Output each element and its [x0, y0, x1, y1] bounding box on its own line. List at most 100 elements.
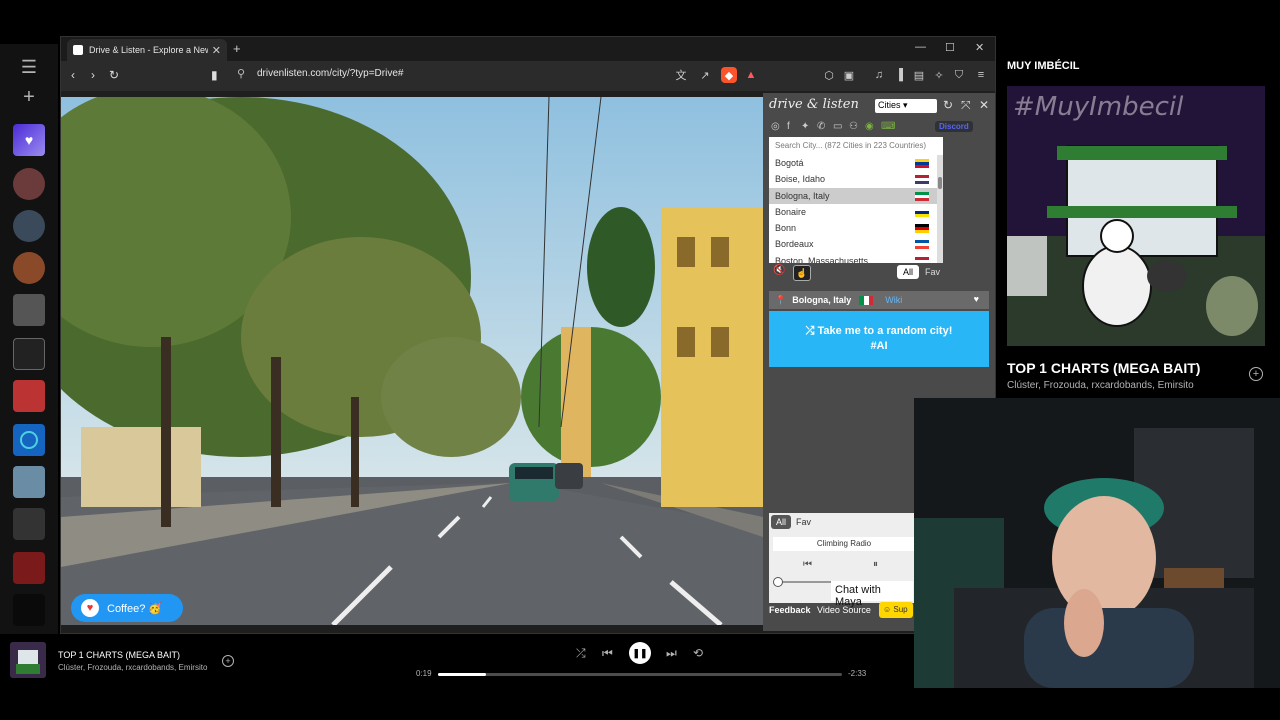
playlist-cover[interactable] [13, 594, 45, 626]
previous-track-icon[interactable]: ⏮ [602, 646, 613, 661]
pause-button[interactable]: ❚❚ [629, 642, 651, 664]
extension-icon[interactable]: ▣ [841, 67, 857, 83]
library-icon[interactable]: ☰ [14, 52, 44, 82]
playlist-cover[interactable] [13, 294, 45, 326]
video-source-link[interactable]: Video Source [817, 605, 871, 615]
chat-with-maya-button[interactable]: Chat with Maya [831, 581, 913, 608]
brave-rewards-icon[interactable]: ▲ [743, 67, 759, 83]
country-flag-icon [915, 224, 929, 234]
user-icon[interactable]: ⚇ [849, 121, 858, 132]
support-button[interactable]: ☺ Sup [879, 602, 913, 618]
vpn-icon[interactable]: ⛉ [951, 67, 967, 83]
favorite-heart-icon[interactable]: ♥ [974, 294, 979, 304]
player-track-title[interactable]: TOP 1 CHARTS (MEGA BAIT) [58, 650, 180, 660]
repeat-icon[interactable]: ⟲ [693, 646, 703, 660]
country-flag-icon [915, 256, 929, 263]
reload-icon[interactable]: ↻ [109, 68, 119, 82]
menu-icon[interactable]: ≡ [973, 67, 989, 83]
smile-icon: ☺ [883, 605, 894, 614]
site-info-icon[interactable]: ⚲ [237, 67, 245, 80]
city-list-item[interactable]: Bologna, Italy [769, 187, 937, 204]
playlist-cover[interactable] [13, 424, 45, 456]
driving-video[interactable]: ♥ Coffee? 🥳 [61, 97, 763, 625]
city-list-item[interactable]: Boston, Massachusetts [769, 253, 937, 263]
wiki-link[interactable]: Wiki [885, 295, 902, 305]
twitter-icon[interactable]: ✦ [801, 121, 809, 132]
player-track-artists[interactable]: Clúster, Frozouda, rxcardobands, Emirsit… [58, 663, 207, 672]
translate-icon[interactable]: 文 [673, 67, 689, 83]
city-list-item[interactable]: Bordeaux [769, 236, 937, 252]
slider-knob[interactable] [773, 577, 783, 587]
city-list-item[interactable]: Bonaire [769, 204, 937, 220]
feedback-link[interactable]: Feedback [769, 605, 811, 615]
track-artists[interactable]: Clúster, Frozouda, rxcardobands, Emirsit… [1007, 380, 1194, 391]
sidebar-icon[interactable]: ▐ [891, 67, 907, 83]
minimize-icon[interactable]: — [915, 41, 926, 53]
next-track-icon[interactable]: ⏭ [666, 646, 677, 661]
city-list-item[interactable]: Boise, Idaho [769, 171, 937, 187]
volume-toggle-button[interactable]: ☝ [793, 265, 811, 281]
city-list-scrollbar[interactable] [937, 155, 943, 263]
tab-drive-listen[interactable]: Drive & Listen - Explore a New C ✕ [67, 39, 227, 61]
playlist-cover[interactable] [13, 508, 45, 540]
filter-fav-button[interactable]: Fav [919, 265, 946, 279]
city-search-input[interactable]: Search City... (872 Cities in 223 Countr… [769, 137, 943, 155]
current-location-bar: 📍 Bologna, Italy Wiki ♥ [769, 291, 989, 309]
maximize-icon[interactable]: ☐ [945, 41, 955, 54]
artist-avatar[interactable] [13, 210, 45, 242]
add-to-library-icon[interactable]: + [1249, 367, 1263, 381]
album-art[interactable]: #MuyImbecil [1007, 86, 1265, 346]
artist-avatar[interactable] [13, 168, 45, 200]
new-tab-button[interactable]: + [233, 41, 241, 56]
track-title[interactable]: TOP 1 CHARTS (MEGA BAIT) [1007, 360, 1200, 376]
whatsapp-icon[interactable]: ✆ [817, 121, 825, 132]
tab-close-icon[interactable]: ✕ [212, 44, 221, 57]
random-city-button[interactable]: ⤮ Take me to a random city! #AI [769, 311, 989, 367]
eye-icon[interactable]: ◉ [865, 121, 874, 132]
radio-station-select[interactable]: Climbing Radio [773, 537, 915, 551]
liked-songs-icon[interactable]: ♥ [13, 124, 45, 156]
city-list-item[interactable]: Bogotá [769, 155, 937, 171]
address-bar: ‹ › ↻ ▮ ⚲ drivenlisten.com/city/?typ=Dri… [61, 61, 995, 91]
radio-pause-icon[interactable]: ⏸ [873, 559, 878, 570]
extensions-icon[interactable]: ⬡ [821, 67, 837, 83]
artist-avatar[interactable] [13, 252, 45, 284]
mode-select[interactable]: Cities ▾ [875, 99, 937, 113]
scrollbar-thumb[interactable] [938, 177, 942, 189]
previous-station-icon[interactable]: ⏮ [803, 559, 812, 570]
playlist-cover[interactable] [13, 380, 45, 412]
playlist-cover[interactable] [13, 466, 45, 498]
instagram-icon[interactable]: ◎ [771, 121, 780, 132]
window-close-icon[interactable]: ✕ [975, 41, 984, 54]
url-field[interactable]: drivenlisten.com/city/?typ=Drive# [257, 68, 403, 79]
progress-bar[interactable] [438, 673, 842, 676]
create-plus-icon[interactable]: + [14, 82, 44, 112]
playlist-cover[interactable] [13, 552, 45, 584]
shuffle-button-icon[interactable]: ⤮ [576, 646, 586, 661]
media-icon[interactable]: ♫ [871, 67, 887, 83]
share-icon[interactable]: ↗ [697, 67, 713, 83]
expand-icon[interactable]: ⤧ [961, 98, 971, 113]
forward-icon[interactable]: › [91, 68, 95, 82]
radio-tab-all[interactable]: All [771, 515, 792, 529]
panel-close-icon[interactable]: ✕ [979, 98, 989, 112]
pause-icon: ❚❚ [632, 647, 648, 658]
mute-icon[interactable]: 🔇 [773, 265, 785, 276]
chat-icon[interactable]: ▭ [833, 121, 842, 132]
back-icon[interactable]: ‹ [71, 68, 75, 82]
coffee-button[interactable]: ♥ Coffee? 🥳 [71, 594, 183, 622]
bookmark-icon[interactable]: ▮ [211, 68, 218, 82]
city-list-item[interactable]: Bonn [769, 220, 937, 236]
wallet-icon[interactable]: ▤ [911, 67, 927, 83]
refresh-icon[interactable]: ↻ [943, 98, 953, 112]
player-album-art[interactable] [10, 642, 46, 678]
filter-all-button[interactable]: All [897, 265, 920, 279]
facebook-icon[interactable]: f [787, 121, 790, 132]
brave-shields-icon[interactable]: ◆ [721, 67, 737, 83]
player-add-icon[interactable]: + [222, 655, 234, 667]
playlist-cover[interactable] [13, 338, 45, 370]
radio-tab-fav[interactable]: Fav [791, 515, 816, 529]
discord-button[interactable]: Discord [935, 121, 973, 132]
leo-icon[interactable]: ✧ [931, 67, 947, 83]
gamepad-icon[interactable]: ⌨ [881, 121, 895, 132]
